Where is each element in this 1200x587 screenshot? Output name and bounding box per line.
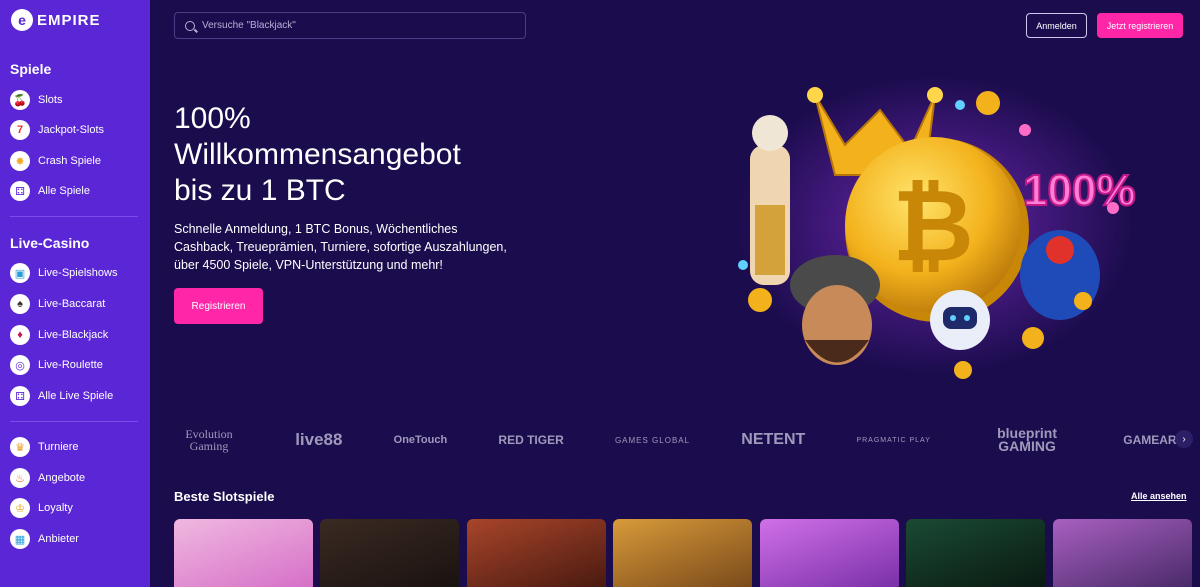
provider-logo-netent[interactable]: NETENT: [741, 431, 805, 449]
sidebar-divider: [10, 421, 138, 422]
sidebar-item-angebote[interactable]: ♨ Angebote: [10, 467, 85, 489]
svg-text:₿: ₿: [892, 170, 974, 282]
section-title-slots: Beste Slotspiele: [174, 489, 275, 504]
view-all-link[interactable]: Alle ansehen: [1131, 491, 1187, 501]
sidebar-item-label: Alle Live Spiele: [38, 390, 114, 402]
provider-logo-pragmatic[interactable]: PRAGMATIC PLAY: [856, 437, 930, 444]
sidebar-item-label: Jackpot-Slots: [38, 124, 105, 136]
slot-tile[interactable]: [906, 519, 1045, 587]
astronaut-character: [930, 290, 990, 350]
provider-logo-evolution[interactable]: Evolution Gaming: [174, 428, 244, 452]
logo-text: EMPIRE: [37, 11, 101, 29]
sidebar: e EMPIRE Spiele 🍒 Slots 7 Jackpot-Slots …: [0, 0, 150, 587]
sidebar-item-live-blackjack[interactable]: ♦ Live-Blackjack: [10, 324, 108, 346]
sidebar-item-alle-live-spiele[interactable]: ⚃ Alle Live Spiele: [10, 385, 113, 407]
tv-icon: ▣: [10, 263, 30, 283]
provider-logo-red-tiger[interactable]: RED TIGER: [498, 433, 563, 447]
coin-icon: [1022, 327, 1044, 349]
coin-icon: [954, 361, 972, 379]
explosion-icon: ✸: [10, 151, 30, 171]
chevron-right-icon[interactable]: ›: [1175, 430, 1193, 448]
sidebar-item-turniere[interactable]: ♛ Turniere: [10, 436, 79, 458]
coin-icon: [1074, 292, 1092, 310]
hero-title-line: Willkommensangebot: [174, 138, 461, 171]
sidebar-item-crash-spiele[interactable]: ✸ Crash Spiele: [10, 150, 101, 172]
sidebar-item-jackpot-slots[interactable]: 7 Jackpot-Slots: [10, 119, 104, 141]
sidebar-item-label: Turniere: [38, 441, 79, 453]
section-title-spiele: Spiele: [10, 61, 52, 77]
sidebar-item-label: Anbieter: [38, 533, 79, 545]
sidebar-item-label: Live-Blackjack: [38, 329, 109, 341]
sidebar-item-label: Slots: [38, 94, 63, 106]
search-input[interactable]: [202, 20, 502, 31]
register-button[interactable]: Jetzt registrieren: [1097, 13, 1183, 38]
sidebar-item-anbieter[interactable]: ▦ Anbieter: [10, 528, 79, 550]
roulette-icon: ◎: [10, 355, 30, 375]
sidebar-item-label: Live-Roulette: [38, 359, 103, 371]
hero-register-button[interactable]: Registrieren: [174, 288, 263, 324]
slot-machine-icon: ▦: [10, 529, 30, 549]
provider-logo-blueprint[interactable]: blueprint GAMING: [982, 426, 1072, 453]
slot-tile[interactable]: [613, 519, 752, 587]
section-title-live-casino: Live-Casino: [10, 235, 90, 251]
playing-card-icon: ♦: [10, 325, 30, 345]
crown-icon: ♔: [10, 498, 30, 518]
sidebar-item-live-spielshows[interactable]: ▣ Live-Spielshows: [10, 262, 117, 284]
search-bar[interactable]: [174, 12, 526, 39]
sidebar-item-live-baccarat[interactable]: ♠ Live-Baccarat: [10, 293, 105, 315]
zeus-character: [750, 115, 790, 285]
hero-illustration: ₿ 100%: [735, 75, 1137, 379]
coin-icon: [748, 288, 772, 312]
gem-icon: [1107, 202, 1119, 214]
gem-icon: [1019, 124, 1031, 136]
sidebar-divider: [10, 216, 138, 217]
provider-strip: Evolution Gaming live88 OneTouch RED TIG…: [174, 420, 1184, 460]
logo-mark-icon: e: [11, 9, 33, 31]
sidebar-item-label: Live-Baccarat: [38, 298, 106, 310]
trophy-icon: ♛: [10, 437, 30, 457]
sidebar-item-label: Live-Spielshows: [38, 267, 118, 279]
lucky-seven-icon: 7: [10, 120, 30, 140]
cherries-icon: 🍒: [10, 90, 30, 110]
login-button[interactable]: Anmelden: [1026, 13, 1087, 38]
sidebar-item-alle-spiele[interactable]: ⚃ Alle Spiele: [10, 180, 90, 202]
grid-icon: ⚃: [10, 181, 30, 201]
provider-logo-onetouch[interactable]: OneTouch: [394, 434, 448, 446]
cards-icon: ♠: [10, 294, 30, 314]
gem-icon: [738, 260, 748, 270]
grid-icon: ⚃: [10, 386, 30, 406]
slot-tile[interactable]: [760, 519, 899, 587]
search-icon: [185, 20, 195, 31]
sidebar-item-label: Crash Spiele: [38, 155, 101, 167]
logo[interactable]: e EMPIRE: [11, 9, 101, 31]
hero-title: 100% Willkommensangebot bis zu 1 BTC: [174, 101, 494, 209]
fire-icon: ♨: [10, 468, 30, 488]
litecoin-icon: [976, 91, 1000, 115]
provider-logo-games-global[interactable]: GAMES GLOBAL: [615, 436, 690, 445]
slot-tile[interactable]: [1053, 519, 1192, 587]
provider-logo-live88[interactable]: live88: [295, 430, 342, 450]
hero-description: Schnelle Anmeldung, 1 BTC Bonus, Wöchent…: [174, 222, 507, 272]
sidebar-item-label: Alle Spiele: [38, 185, 90, 197]
sidebar-item-label: Angebote: [38, 472, 86, 484]
slot-tile[interactable]: [467, 519, 606, 587]
sidebar-item-loyalty[interactable]: ♔ Loyalty: [10, 497, 73, 519]
hero-title-line: 100%: [174, 102, 251, 135]
slot-tile[interactable]: [320, 519, 459, 587]
gem-icon: [955, 100, 965, 110]
sidebar-item-label: Loyalty: [38, 502, 73, 514]
hero-title-line: bis zu 1 BTC: [174, 174, 346, 207]
sidebar-item-slots[interactable]: 🍒 Slots: [10, 89, 62, 111]
sidebar-item-live-roulette[interactable]: ◎ Live-Roulette: [10, 354, 103, 376]
slot-tile[interactable]: [174, 519, 313, 587]
